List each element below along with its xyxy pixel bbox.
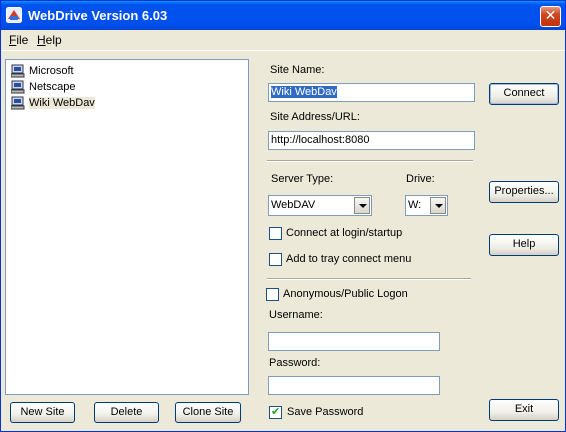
site-label: Microsoft <box>29 65 74 77</box>
title-bar[interactable]: WebDrive Version 6.03 ✕ <box>1 1 565 30</box>
site-name-label: Site Name: <box>270 64 325 76</box>
site-label: Wiki WebDav <box>29 97 95 109</box>
menu-bar: File Help <box>1 30 565 51</box>
username-label: Username: <box>269 309 323 321</box>
add-to-tray-label[interactable]: Add to tray connect menu <box>286 253 411 265</box>
site-list[interactable]: Microsoft Netscape Wiki WebDav <box>5 59 249 395</box>
chevron-down-icon[interactable] <box>430 197 446 214</box>
add-to-tray-checkbox[interactable] <box>269 253 282 266</box>
new-site-button[interactable]: New Site <box>10 402 75 423</box>
password-label: Password: <box>269 357 321 369</box>
save-password-label[interactable]: Save Password <box>287 406 363 418</box>
drive-label: Drive: <box>406 173 435 185</box>
site-address-field[interactable]: http://localhost:8080 <box>268 131 475 150</box>
delete-button[interactable]: Delete <box>94 402 159 423</box>
site-name-field[interactable]: Wiki WebDav <box>268 83 475 102</box>
anonymous-logon-checkbox[interactable] <box>266 288 279 301</box>
connect-at-login-checkbox[interactable] <box>269 227 282 240</box>
username-field[interactable] <box>268 332 440 351</box>
separator <box>267 160 473 162</box>
save-password-checkbox[interactable] <box>269 405 282 419</box>
computer-icon <box>11 80 25 94</box>
site-label: Netscape <box>29 81 76 93</box>
webdrive-app-icon <box>6 7 22 23</box>
computer-icon <box>11 64 25 78</box>
close-button[interactable]: ✕ <box>540 6 561 27</box>
chevron-down-icon[interactable] <box>354 197 370 214</box>
drive-select[interactable]: W: <box>405 195 448 216</box>
help-button[interactable]: Help <box>489 234 559 256</box>
password-field[interactable] <box>268 376 440 395</box>
menu-help[interactable]: Help <box>37 33 62 47</box>
menu-file[interactable]: File <box>9 33 28 47</box>
exit-button[interactable]: Exit <box>489 399 559 421</box>
webdrive-window: WebDrive Version 6.03 ✕ File Help Micros… <box>0 0 566 432</box>
computer-icon <box>11 96 25 110</box>
window-title: WebDrive Version 6.03 <box>28 8 168 23</box>
clone-site-button[interactable]: Clone Site <box>175 402 241 423</box>
server-type-label: Server Type: <box>271 173 334 185</box>
separator <box>267 278 471 280</box>
properties-button[interactable]: Properties... <box>489 181 559 203</box>
connect-at-login-label[interactable]: Connect at login/startup <box>286 227 402 239</box>
connect-button[interactable]: Connect <box>489 83 559 105</box>
server-type-select[interactable]: WebDAV <box>268 195 372 216</box>
site-name-value: Wiki WebDav <box>271 86 337 98</box>
anonymous-logon-label[interactable]: Anonymous/Public Logon <box>283 288 408 300</box>
drive-value: W: <box>408 199 422 211</box>
close-icon: ✕ <box>544 8 557 24</box>
site-address-label: Site Address/URL: <box>270 111 360 123</box>
server-type-value: WebDAV <box>271 199 316 211</box>
